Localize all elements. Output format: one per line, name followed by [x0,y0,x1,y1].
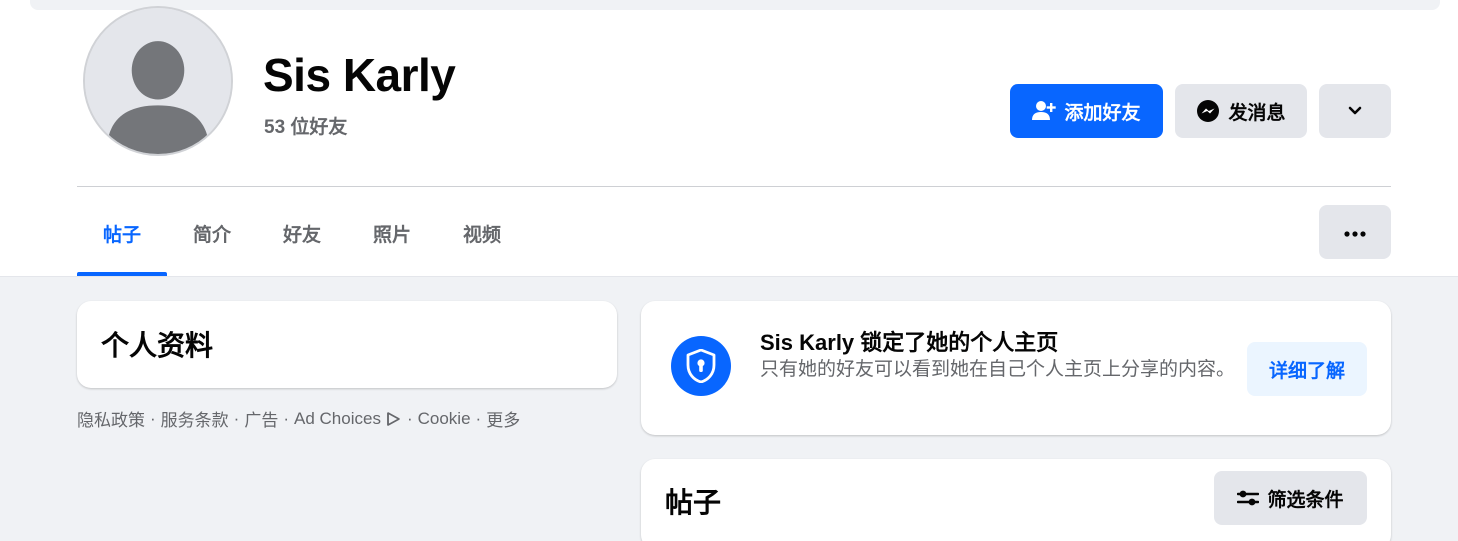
more-dots-icon [1344,221,1366,243]
tab-posts[interactable]: 帖子 [77,206,167,276]
chevron-down-icon [1348,100,1362,122]
privacy-link[interactable]: 隐私政策 [77,406,145,431]
lock-notice-title: Sis Karly 锁定了她的个人主页 [760,330,1059,355]
footer-separator: · [233,408,240,428]
ad-choices-link[interactable]: Ad Choices [294,409,381,429]
more-options-button[interactable] [1319,84,1391,138]
top-strip [30,0,1440,10]
about-title: 个人资料 [101,330,214,361]
about-card: 个人资料 [77,301,617,388]
message-button[interactable]: 发消息 [1175,84,1307,138]
tab-friends[interactable]: 好友 [257,206,347,276]
terms-link[interactable]: 服务条款 [161,406,229,431]
default-avatar-icon [85,8,231,154]
profile-name: Sis Karly [263,49,456,101]
more-link[interactable]: 更多 [486,406,520,431]
tab-videos[interactable]: 视频 [437,206,527,276]
footer-separator: · [150,408,156,428]
locked-profile-card: Sis Karly 锁定了她的个人主页 只有她的好友可以看到她在自己个人主页上分… [641,301,1391,435]
lock-notice-description: 只有她的好友可以看到她在自己个人主页上分享的内容。 [760,359,1236,380]
footer-separator: · [283,408,290,428]
ads-link[interactable]: 广告 [244,406,278,431]
posts-card: 帖子 筛选条件 [641,459,1391,541]
avatar[interactable] [83,6,233,156]
profile-tabs: 帖子 简介 好友 照片 视频 [77,206,527,276]
footer-links: 隐私政策 · 服务条款 · 广告 · Ad Choices · Cookie ·… [77,406,520,431]
filter-label: 筛选条件 [1267,489,1344,511]
tab-about[interactable]: 简介 [167,206,257,276]
footer-separator: · [475,408,482,428]
messenger-icon [1196,99,1220,123]
add-friend-label: 添加好友 [1064,102,1141,124]
profile-header: Sis Karly 53 位好友 添加好友 发消息 帖子 简介 好友 照片 视频 [0,0,1458,277]
footer-separator: · [406,408,413,428]
add-friend-button[interactable]: 添加好友 [1010,84,1163,138]
posts-title: 帖子 [665,487,722,518]
learn-more-button[interactable]: 详细了解 [1247,342,1367,396]
header-divider [77,186,1391,187]
cookie-link[interactable]: Cookie [418,409,471,429]
filter-button[interactable]: 筛选条件 [1214,471,1367,525]
message-label: 发消息 [1228,102,1286,124]
person-plus-icon [1032,100,1057,122]
filter-sliders-icon [1237,489,1260,507]
ad-choices-icon[interactable] [386,411,402,427]
tab-photos[interactable]: 照片 [347,206,437,276]
friend-count[interactable]: 53 位好友 [264,112,347,139]
tabs-more-button[interactable] [1319,205,1391,259]
shield-lock-icon [671,336,731,396]
